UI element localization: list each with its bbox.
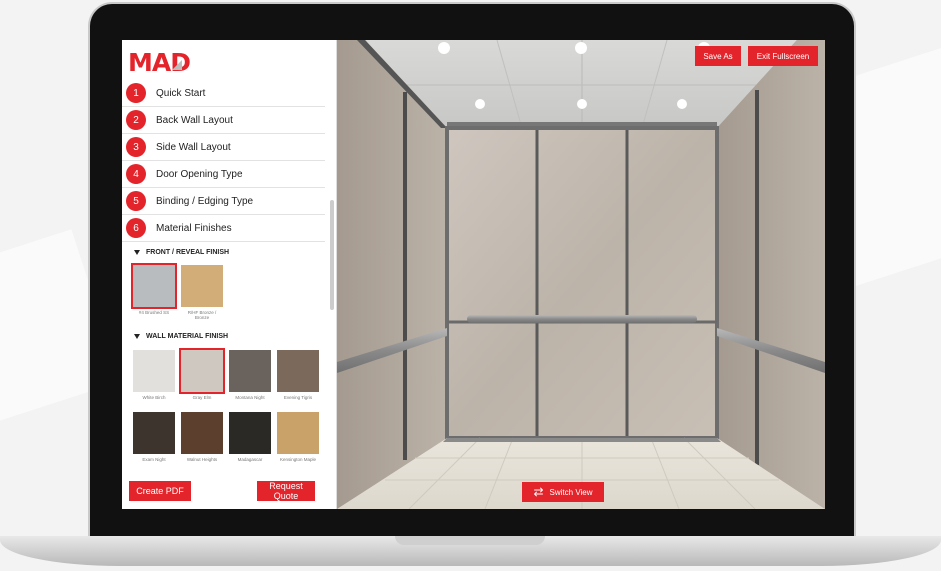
step-item[interactable]: 5 Binding / Edging Type xyxy=(122,188,325,215)
swatch-image xyxy=(181,412,223,454)
step-number-badge: 3 xyxy=(126,137,146,157)
exit-fullscreen-button[interactable]: Exit Fullscreen xyxy=(748,46,818,66)
swatch-image xyxy=(179,348,225,394)
swatch-caption: Exam Night xyxy=(142,457,166,462)
finish-swatch[interactable]: R/HF Bronze / Bronze xyxy=(181,265,223,321)
step-number-badge: 6 xyxy=(126,218,146,238)
elevator-cab-render xyxy=(337,40,825,509)
swatch-caption: Montana Night xyxy=(235,395,265,400)
switch-arrows-icon: ⇄ xyxy=(533,485,544,499)
step-label: Door Opening Type xyxy=(156,168,243,180)
section-title-text: WALL MATERIAL FINISH xyxy=(146,333,229,340)
finish-swatch[interactable]: Gray Elm xyxy=(179,348,225,400)
step-label: Side Wall Layout xyxy=(156,141,231,153)
finish-swatch[interactable]: Evening Tigris xyxy=(277,350,319,400)
step-label: Material Finishes xyxy=(156,222,232,234)
step-item[interactable]: 6 Material Finishes xyxy=(122,215,325,242)
step-item[interactable]: 3 Side Wall Layout xyxy=(122,134,325,161)
finish-swatch[interactable]: #4 Brushed SS xyxy=(131,263,177,315)
swatch-image xyxy=(131,263,177,309)
step-label: Binding / Edging Type xyxy=(156,195,254,207)
step-item[interactable]: 1 Quick Start xyxy=(122,80,325,107)
finish-swatch[interactable]: White Birch xyxy=(133,350,175,400)
step-item[interactable]: 4 Door Opening Type xyxy=(122,161,325,188)
finish-swatch[interactable]: Madagascar xyxy=(229,412,271,462)
collapse-triangle-icon xyxy=(134,249,140,255)
step-label: Quick Start xyxy=(156,87,206,99)
front-reveal-section-title[interactable]: FRONT / REVEAL FINISH xyxy=(134,249,229,256)
finish-swatch[interactable]: Exam Night xyxy=(133,412,175,462)
swatch-caption: #4 Brushed SS xyxy=(138,310,170,315)
sidebar-scrollbar[interactable] xyxy=(330,200,334,310)
step-item[interactable]: 2 Back Wall Layout xyxy=(122,107,325,134)
step-number-badge: 4 xyxy=(126,164,146,184)
swatch-image xyxy=(277,412,319,454)
switch-view-button[interactable]: ⇄ Switch View xyxy=(522,482,604,502)
wall-finish-section-title[interactable]: WALL MATERIAL FINISH xyxy=(134,333,228,340)
step-number-badge: 2 xyxy=(126,110,146,130)
swatch-image xyxy=(181,265,223,307)
configurator-sidebar: MAD 1 Quick Start 2 Back Wall Layout 3 Side W… xyxy=(122,40,337,509)
swatch-caption: White Birch xyxy=(142,395,166,400)
swatch-image xyxy=(229,412,271,454)
section-title-text: FRONT / REVEAL FINISH xyxy=(146,249,230,256)
collapse-triangle-icon xyxy=(134,333,140,339)
swatch-caption: Gray Elm xyxy=(192,395,212,400)
finish-swatch[interactable]: Walnut Heights xyxy=(181,412,223,462)
app-screen: MAD 1 Quick Start 2 Back Wall Layout 3 Side W… xyxy=(122,40,825,509)
laptop-notch xyxy=(395,536,545,545)
swatch-image xyxy=(229,350,271,392)
swatch-image xyxy=(277,350,319,392)
sidebar-actions: Create PDF Request Quote xyxy=(122,476,336,509)
step-list: 1 Quick Start 2 Back Wall Layout 3 Side Wall … xyxy=(122,80,325,242)
swatch-caption: Walnut Heights xyxy=(186,457,218,462)
swatch-caption: Evening Tigris xyxy=(283,395,313,400)
request-quote-button[interactable]: Request Quote xyxy=(257,481,315,501)
finish-swatch[interactable]: Kensington Maple xyxy=(277,412,319,462)
save-as-button[interactable]: Save As xyxy=(695,46,741,66)
step-number-badge: 5 xyxy=(126,191,146,211)
swatch-image xyxy=(133,350,175,392)
swatch-caption: Madagascar xyxy=(237,457,263,462)
elevator-3d-viewer[interactable]: Save As Exit Fullscreen ⇄ Switch View xyxy=(337,40,825,509)
swatch-caption: R/HF Bronze / Bronze xyxy=(187,310,217,321)
swatch-caption: Kensington Maple xyxy=(279,457,317,462)
switch-view-label: Switch View xyxy=(549,487,593,497)
step-label: Back Wall Layout xyxy=(156,114,233,126)
finish-swatch[interactable]: Montana Night xyxy=(229,350,271,400)
brand-logo: MAD xyxy=(128,48,191,77)
step-number-badge: 1 xyxy=(126,83,146,103)
swatch-image xyxy=(133,412,175,454)
create-pdf-button[interactable]: Create PDF xyxy=(129,481,191,501)
